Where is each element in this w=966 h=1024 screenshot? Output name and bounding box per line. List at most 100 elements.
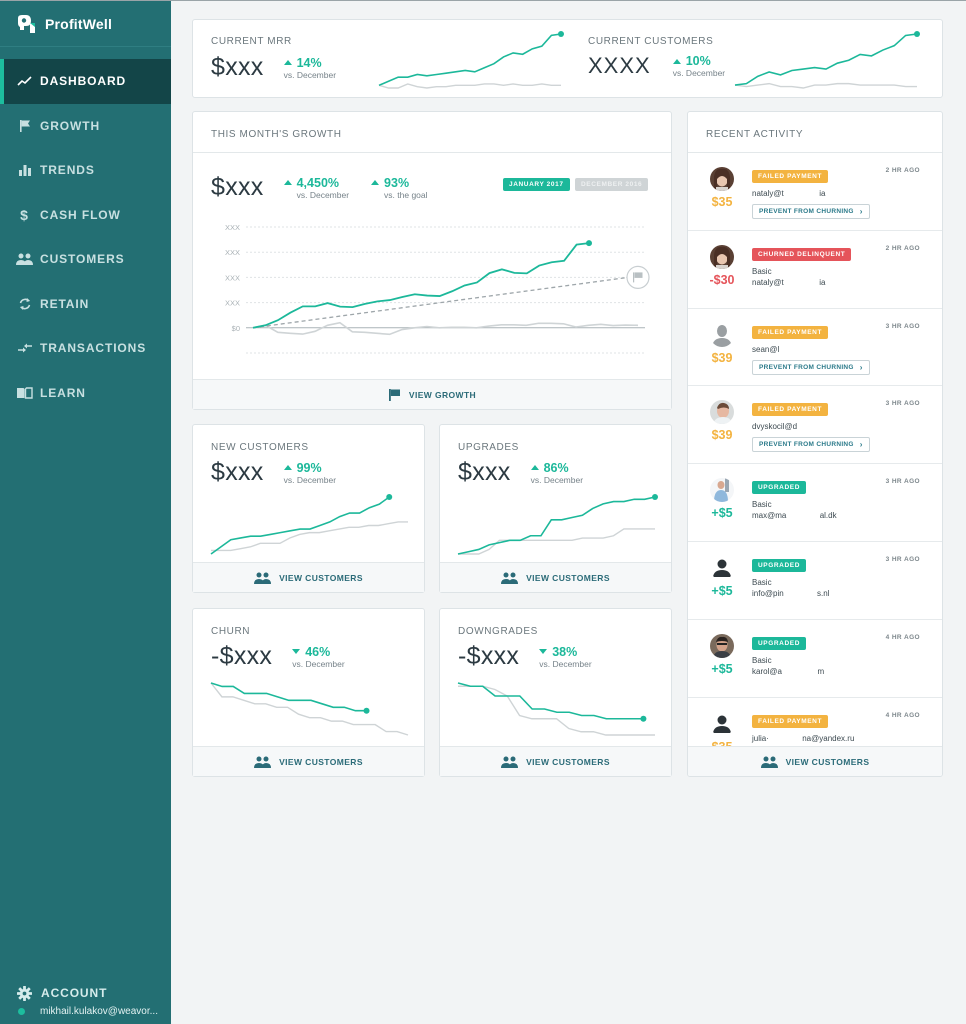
new-customers-card: NEW CUSTOMERS $xxx 99% vs. December VIEW… bbox=[192, 424, 425, 593]
previous-period-line bbox=[458, 685, 655, 736]
view-customers-button[interactable]: VIEW CUSTOMERS bbox=[193, 562, 424, 592]
customers-delta-value: 10% bbox=[685, 54, 711, 68]
downgrades-sparkline bbox=[457, 682, 655, 736]
status-badge: FAILED PAYMENT bbox=[752, 403, 829, 417]
account-section[interactable]: ACCOUNT mikhail.kulakov@weavor... bbox=[16, 985, 158, 1017]
sidebar-item-customers[interactable]: CUSTOMERS bbox=[0, 237, 171, 282]
current-endpoint-dot bbox=[386, 494, 393, 500]
activity-email: nataly@t ia bbox=[752, 277, 826, 287]
status-badge: UPGRADED bbox=[752, 636, 806, 650]
activity-time: 4 HR AGO bbox=[885, 711, 920, 719]
sidebar-item-transactions[interactable]: TRANSACTIONS bbox=[0, 326, 171, 371]
activity-body: FAILED PAYMENT dvyskocil@d PREVENT FROM CH… bbox=[752, 398, 870, 453]
view-customers-label: VIEW CUSTOMERS bbox=[526, 756, 610, 767]
mrr-title: CURRENT MRR bbox=[211, 36, 292, 47]
activity-body: UPGRADED Basic karol@a m bbox=[752, 632, 824, 676]
activity-email: dvyskocil@d bbox=[752, 422, 798, 432]
growth-delta2-sub: vs. the goal bbox=[384, 189, 428, 200]
people-icon bbox=[254, 572, 272, 584]
activity-item[interactable]: $39 FAILED PAYMENT sean@l PREVENT FROM CHUR… bbox=[688, 309, 942, 387]
logo[interactable]: ProfitWell bbox=[0, 1, 171, 47]
flag-icon bbox=[633, 272, 635, 283]
mrr-summary: CURRENT MRR $xxx 14% vs. December bbox=[211, 36, 336, 82]
people-icon bbox=[501, 572, 519, 584]
sidebar-item-growth[interactable]: GROWTH bbox=[0, 104, 171, 149]
previous-period-line bbox=[211, 521, 408, 552]
tab-december-2016[interactable]: DECEMBER 2016 bbox=[575, 178, 649, 191]
sidebar-item-trends[interactable]: TRENDS bbox=[0, 148, 171, 193]
sidebar-item-label: TRENDS bbox=[40, 163, 95, 178]
avatar bbox=[710, 478, 734, 503]
activity-email: nataly@t ia bbox=[752, 189, 826, 198]
current-endpoint-dot bbox=[914, 31, 920, 37]
flag-icon bbox=[16, 119, 33, 133]
activity-body: UPGRADED Basic info@pin s.nl bbox=[752, 554, 829, 598]
current-endpoint-dot bbox=[363, 707, 370, 714]
prevent-from-churning-button[interactable]: PREVENT FROM CHURNING › bbox=[752, 437, 870, 453]
activity-amount: $35 bbox=[711, 195, 733, 209]
account-email-row: mikhail.kulakov@weavor... bbox=[16, 1006, 158, 1017]
activity-item[interactable]: +$5 UPGRADED Basic info@pin s.nl 3 HR AGO bbox=[688, 542, 942, 620]
activity-time: 3 HR AGO bbox=[885, 322, 920, 330]
view-customers-button[interactable]: VIEW CUSTOMERS bbox=[440, 746, 671, 776]
activity-amount: $39 bbox=[711, 350, 733, 365]
sidebar-item-label: CUSTOMERS bbox=[40, 252, 125, 267]
activity-amount: +$5 bbox=[711, 661, 733, 676]
activity-body: UPGRADED Basic max@ma al.dk bbox=[752, 476, 837, 520]
prevent-from-churning-button[interactable]: PREVENT FROM CHURNING › bbox=[752, 359, 870, 375]
mrr-delta-sub: vs. December bbox=[283, 69, 337, 80]
flag-icon bbox=[634, 272, 643, 278]
account-link[interactable]: ACCOUNT bbox=[16, 985, 158, 1001]
metric-delta-sub: vs. December bbox=[539, 658, 592, 669]
sidebar-item-cash-flow[interactable]: $ CASH FLOW bbox=[0, 193, 171, 238]
dollar-icon: $ bbox=[20, 206, 29, 223]
activity-list: $35 FAILED PAYMENT nataly@t ia PREVENT FROM… bbox=[688, 153, 942, 746]
y-tick-label: XXX bbox=[225, 273, 240, 282]
sidebar-item-learn[interactable]: LEARN bbox=[0, 371, 171, 416]
down-triangle-icon bbox=[539, 649, 548, 654]
activity-plan: Basic bbox=[752, 655, 772, 665]
prevent-label: PREVENT FROM CHURNING bbox=[759, 441, 854, 449]
prevent-from-churning-button[interactable]: PREVENT FROM CHURNING › bbox=[752, 204, 870, 219]
activity-time: 2 HR AGO bbox=[885, 244, 920, 252]
avatar bbox=[710, 555, 734, 580]
avatar bbox=[710, 633, 734, 658]
activity-email: info@pin s.nl bbox=[752, 588, 830, 598]
view-growth-button[interactable]: VIEW GROWTH bbox=[193, 379, 671, 409]
sidebar-item-label: DASHBOARD bbox=[40, 74, 127, 89]
tab-january-2017[interactable]: JANUARY 2017 bbox=[503, 178, 570, 191]
activity-item[interactable]: +$5 UPGRADED Basic karol@a m 4 HR AGO bbox=[688, 620, 942, 698]
customers-title: CURRENT CUSTOMERS bbox=[588, 36, 714, 47]
activity-item[interactable]: +$5 UPGRADED Basic max@ma al.dk 3 HR AGO bbox=[688, 464, 942, 542]
avatar bbox=[710, 244, 734, 269]
current-endpoint-dot bbox=[652, 494, 658, 500]
view-customers-button[interactable]: VIEW CUSTOMERS bbox=[193, 746, 424, 776]
growth-delta1-sub: vs. December bbox=[296, 189, 350, 200]
sidebar-nav: DASHBOARD GROWTH TRENDS $ CASH FLOW CUST… bbox=[0, 59, 171, 415]
sidebar-item-dashboard[interactable]: DASHBOARD bbox=[0, 59, 171, 104]
view-customers-label: VIEW CUSTOMERS bbox=[279, 572, 363, 583]
previous-period-line bbox=[734, 82, 917, 89]
activity-item[interactable]: -$30 CHURNED DELINQUENT Basic nataly@t ia 2 … bbox=[688, 231, 942, 309]
sidebar-item-retain[interactable]: RETAIN bbox=[0, 282, 171, 327]
activity-item[interactable]: $35FAILED PAYMENTjulia· na@yandex.ru4 HR… bbox=[688, 698, 942, 746]
activity-email: sean@l bbox=[752, 344, 780, 354]
previous-period-line bbox=[378, 83, 561, 89]
people-icon bbox=[501, 756, 519, 768]
growth-card: THIS MONTH'S GROWTH $xxx 4,450% vs. Dece… bbox=[192, 111, 672, 410]
up-triangle-icon bbox=[672, 58, 681, 64]
sidebar-item-label: RETAIN bbox=[40, 296, 90, 311]
activity-item[interactable]: $39 FAILED PAYMENT dvyskocil@d PREVENT FROM… bbox=[688, 386, 942, 465]
view-customers-button[interactable]: VIEW CUSTOMERS bbox=[440, 562, 671, 592]
metric-title: CHURN bbox=[211, 626, 251, 637]
people-icon bbox=[760, 756, 778, 768]
activity-item[interactable]: $35 FAILED PAYMENT nataly@t ia PREVENT FROM… bbox=[688, 153, 942, 231]
sidebar-item-label: CASH FLOW bbox=[40, 207, 121, 222]
status-badge: CHURNED DELINQUENT bbox=[752, 247, 852, 261]
activity-amount: -$30 bbox=[709, 272, 735, 287]
metric-delta-sub: vs. December bbox=[530, 474, 584, 485]
view-customers-button[interactable]: VIEW CUSTOMERS bbox=[688, 746, 942, 776]
sidebar: ProfitWell DASHBOARD GROWTH TRENDS $ CAS… bbox=[0, 1, 171, 1024]
current-period-line bbox=[210, 496, 390, 555]
flag-icon bbox=[388, 389, 400, 401]
